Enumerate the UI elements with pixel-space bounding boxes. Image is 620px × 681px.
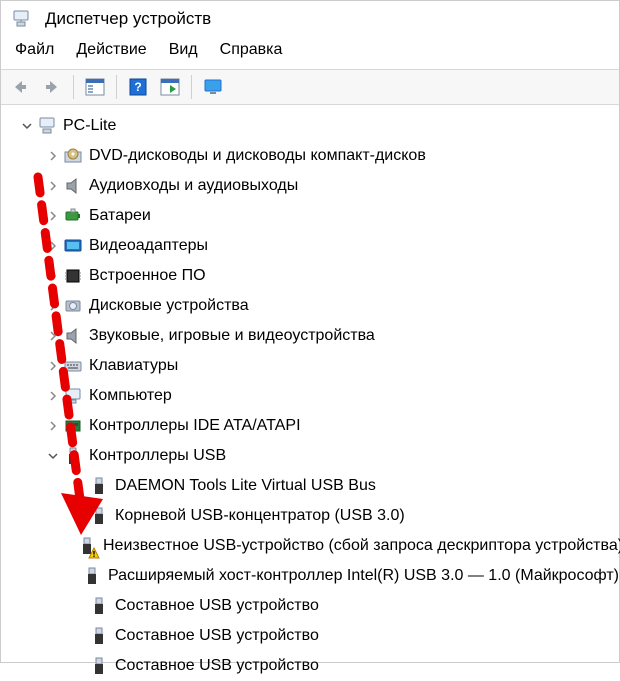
tree-item-sound[interactable]: Звуковые, игровые и видеоустройства — [11, 321, 619, 351]
chevron-right-icon[interactable] — [45, 328, 61, 344]
usb-plug-icon — [89, 626, 109, 646]
properties-button[interactable] — [80, 73, 110, 101]
usb-icon — [63, 446, 83, 466]
tree-item-ide[interactable]: Контроллеры IDE ATA/ATAPI — [11, 411, 619, 441]
chevron-down-icon[interactable] — [45, 448, 61, 464]
separator — [73, 75, 74, 99]
forward-button[interactable] — [37, 73, 67, 101]
item-label: Контроллеры IDE ATA/ATAPI — [89, 418, 301, 434]
tree-item-usb-child[interactable]: · DAEMON Tools Lite Virtual USB Bus — [11, 471, 619, 501]
menu-file[interactable]: Файл — [15, 41, 54, 59]
arrow-right-icon — [43, 78, 61, 96]
back-button[interactable] — [5, 73, 35, 101]
svg-text:?: ? — [134, 80, 141, 94]
chevron-right-icon[interactable] — [45, 238, 61, 254]
chevron-right-icon[interactable] — [45, 148, 61, 164]
item-label: Контроллеры USB — [89, 448, 226, 464]
item-label: Составное USB устройство — [115, 598, 319, 614]
usb-plug-icon — [82, 566, 102, 586]
tree-item-audio[interactable]: Аудиовходы и аудиовыходы — [11, 171, 619, 201]
root-label: PC-Lite — [63, 118, 116, 134]
monitor-icon — [203, 78, 223, 96]
chevron-down-icon[interactable] — [19, 118, 35, 134]
item-label: Клавиатуры — [89, 358, 178, 374]
item-label: Расширяемый хост-контроллер Intel(R) USB… — [108, 568, 619, 584]
keyboard-icon — [63, 356, 83, 376]
usb-plug-icon — [77, 536, 97, 556]
separator — [116, 75, 117, 99]
monitor-icon — [63, 386, 83, 406]
controller-icon — [63, 416, 83, 436]
help-button[interactable]: ? — [123, 73, 153, 101]
tree-item-computer[interactable]: Компьютер — [11, 381, 619, 411]
separator — [191, 75, 192, 99]
tree-root[interactable]: PC-Lite — [11, 111, 619, 141]
show-hidden-button[interactable] — [198, 73, 228, 101]
item-label: DVD-дисководы и дисководы компакт-дисков — [89, 148, 426, 164]
tree-item-usb-child[interactable]: · Составное USB устройство — [11, 621, 619, 651]
menu-action[interactable]: Действие — [76, 41, 146, 59]
item-label: Встроенное ПО — [89, 268, 206, 284]
usb-plug-icon — [89, 506, 109, 526]
usb-plug-icon — [89, 476, 109, 496]
tree-item-usb-unknown[interactable]: · Неизвестное USB-устройство (сбой запро… — [11, 531, 619, 561]
item-label: Компьютер — [89, 388, 172, 404]
item-label: Неизвестное USB-устройство (сбой запроса… — [103, 538, 620, 554]
item-label: Составное USB устройство — [115, 628, 319, 644]
chevron-right-icon[interactable] — [45, 418, 61, 434]
speaker-icon — [63, 176, 83, 196]
speaker-icon — [63, 326, 83, 346]
tree-item-firmware[interactable]: Встроенное ПО — [11, 261, 619, 291]
chevron-right-icon[interactable] — [45, 298, 61, 314]
chevron-right-icon[interactable] — [45, 388, 61, 404]
menu-help[interactable]: Справка — [220, 41, 283, 59]
computer-icon — [37, 116, 57, 136]
item-label: Звуковые, игровые и видеоустройства — [89, 328, 375, 344]
tree-item-disks[interactable]: Дисковые устройства — [11, 291, 619, 321]
item-label: Аудиовходы и аудиовыходы — [89, 178, 298, 194]
help-icon: ? — [129, 78, 147, 96]
menu-view[interactable]: Вид — [169, 41, 198, 59]
scan-button[interactable] — [155, 73, 185, 101]
chevron-right-icon[interactable] — [45, 268, 61, 284]
tree-item-usb-controllers[interactable]: Контроллеры USB — [11, 441, 619, 471]
chevron-right-icon[interactable] — [45, 208, 61, 224]
chevron-right-icon[interactable] — [45, 358, 61, 374]
tree-item-dvd[interactable]: DVD-дисководы и дисководы компакт-дисков — [11, 141, 619, 171]
tree-item-keyboards[interactable]: Клавиатуры — [11, 351, 619, 381]
item-label: Дисковые устройства — [89, 298, 249, 314]
tree-item-usb-child[interactable]: · Корневой USB-концентратор (USB 3.0) — [11, 501, 619, 531]
tree-item-batteries[interactable]: Батареи — [11, 201, 619, 231]
tree-item-usb-child[interactable]: · Составное USB устройство — [11, 591, 619, 621]
item-label: DAEMON Tools Lite Virtual USB Bus — [115, 478, 376, 494]
tree-item-video[interactable]: Видеоадаптеры — [11, 231, 619, 261]
toolbar: ? — [1, 69, 619, 105]
item-label: Корневой USB-концентратор (USB 3.0) — [115, 508, 405, 524]
dvd-icon — [63, 146, 83, 166]
arrow-left-icon — [11, 78, 29, 96]
scan-icon — [160, 78, 180, 96]
chevron-right-icon[interactable] — [45, 178, 61, 194]
titlebar: Диспетчер устройств — [1, 1, 619, 35]
menubar: Файл Действие Вид Справка — [1, 35, 619, 69]
battery-icon — [63, 206, 83, 226]
disk-icon — [63, 296, 83, 316]
tree-item-usb-child[interactable]: · Составное USB устройство — [11, 651, 619, 681]
tree-item-usb-child[interactable]: · Расширяемый хост-контроллер Intel(R) U… — [11, 561, 619, 591]
device-tree[interactable]: PC-Lite DVD-дисководы и дисководы компак… — [1, 105, 619, 681]
usb-plug-icon — [89, 656, 109, 676]
item-label: Батареи — [89, 208, 151, 224]
warning-icon — [88, 547, 100, 559]
chip-icon — [63, 266, 83, 286]
usb-plug-icon — [89, 596, 109, 616]
item-label: Видеоадаптеры — [89, 238, 208, 254]
item-label: Составное USB устройство — [115, 658, 319, 674]
display-adapter-icon — [63, 236, 83, 256]
window-title: Диспетчер устройств — [45, 9, 211, 29]
app-icon — [11, 9, 31, 29]
properties-icon — [85, 78, 105, 96]
